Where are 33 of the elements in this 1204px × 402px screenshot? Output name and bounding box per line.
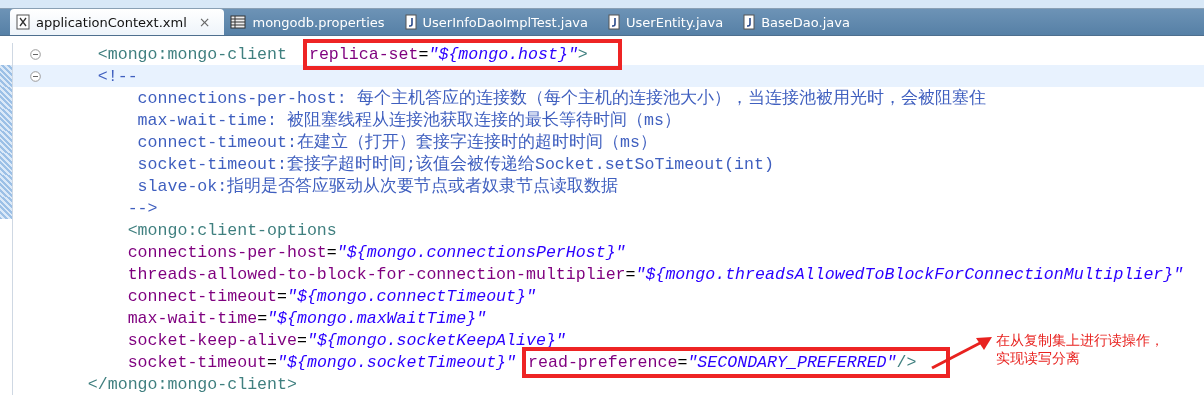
code-line: connect-timeout:在建立（打开）套接字连接时的超时时间（ms） xyxy=(136,131,657,153)
code-line: socket-timeout:套接字超时时间;该值会被传递给Socket.setSoTimeout(int) xyxy=(136,153,774,175)
editor-tab[interactable]: applicationContext.xml × xyxy=(10,9,225,35)
fold-icon[interactable] xyxy=(30,70,41,82)
table-file-icon xyxy=(230,15,247,29)
annotation-text: 实现读写分离 xyxy=(996,349,1081,367)
highlighted-code: replica-set="${mongo.host}"> xyxy=(302,38,622,70)
java-file-icon xyxy=(404,14,417,30)
xml-file-icon xyxy=(16,14,30,30)
java-file-icon xyxy=(608,14,621,30)
code-line: <mongo:client-options xyxy=(126,220,337,240)
highlighted-code: read-preference="SECONDARY_PREFERRED"/> xyxy=(522,346,951,378)
close-icon[interactable]: × xyxy=(198,14,211,30)
editor-tab[interactable]: mongodb.properties xyxy=(224,9,399,35)
code-line: slave-ok:指明是否答应驱动从次要节点或者奴隶节点读取数据 xyxy=(136,175,619,197)
code-line: </mongo:mongo-client> xyxy=(86,374,297,394)
code-line: <!-- xyxy=(96,66,138,86)
annotation-text: 在从复制集上进行读操作， xyxy=(996,331,1164,349)
code-line: connections-per-host="${mongo.connectionsPerHost}" xyxy=(126,242,626,262)
arrow-icon xyxy=(930,334,994,372)
code-line: threads-allowed-to-block-for-connection-multiplier="${mongo.threadsAllowedToBlockForConnectionMultiplier}" xyxy=(126,264,1184,284)
code-line: --> xyxy=(126,198,158,218)
code-line: socket-timeout="${mongo.socketTimeout}" xyxy=(126,352,517,372)
code-line: connect-timeout="${mongo.connectTimeout}" xyxy=(126,286,536,306)
code-line: <mongo:mongo-client xyxy=(96,44,288,64)
java-file-icon xyxy=(743,14,756,30)
code-line: max-wait-time="${mongo.maxWaitTime}" xyxy=(126,308,487,328)
editor-tab[interactable]: BaseDao.java xyxy=(737,9,864,35)
code-line: max-wait-time: 被阻塞线程从连接池获取连接的最长等待时间（ms） xyxy=(136,109,681,131)
code-line: connections-per-host: 每个主机答应的连接数（每个主机的连接池大小），当连接池被用光时，会被阻塞住 xyxy=(136,87,986,109)
fold-icon[interactable] xyxy=(30,48,41,60)
editor-tab[interactable]: UserEntity.java xyxy=(602,9,738,35)
editor-tab[interactable]: UserInfoDaoImplTest.java xyxy=(398,9,603,35)
